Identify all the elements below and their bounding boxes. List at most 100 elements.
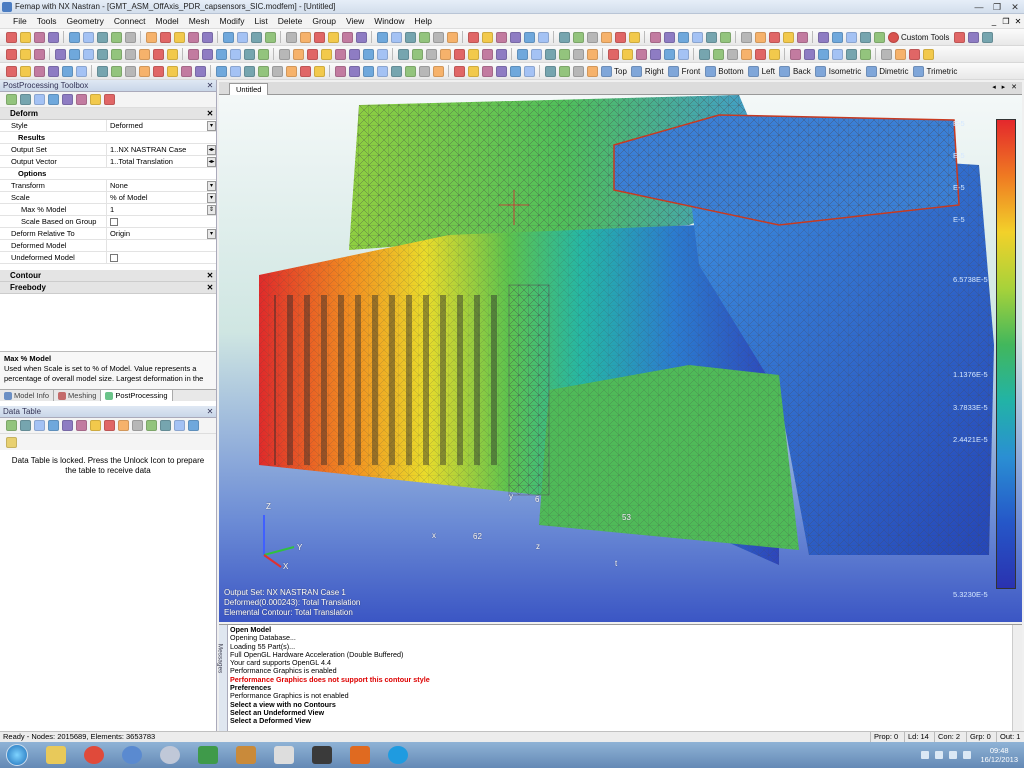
max-model-spinner-icon[interactable]: ⇕	[207, 205, 216, 215]
toolbar-tool-icon[interactable]	[355, 31, 367, 43]
toolbar-tool-icon[interactable]	[831, 31, 843, 43]
toolbar-tool-icon[interactable]	[313, 31, 325, 43]
clock[interactable]: 09:48 16/12/2013	[980, 746, 1018, 764]
toolbar-tool-icon[interactable]	[124, 65, 136, 77]
toolbar-tool-icon[interactable]	[306, 48, 318, 60]
toolbar-tool-icon[interactable]	[726, 48, 738, 60]
toolbar-tool-icon[interactable]	[376, 65, 388, 77]
toolbar-tool-icon[interactable]	[376, 31, 388, 43]
toolbar-tool-icon[interactable]	[558, 65, 570, 77]
toolbar-tool-icon[interactable]	[705, 31, 717, 43]
tray-arrow-icon[interactable]	[921, 751, 930, 759]
document-icon[interactable]	[274, 746, 294, 764]
toolbar-tool-icon[interactable]	[348, 65, 360, 77]
toolbox-close-icon[interactable]: ✕	[204, 80, 216, 91]
toolbar-tool-icon[interactable]	[439, 48, 451, 60]
toolbar-tool-icon[interactable]	[516, 48, 528, 60]
toolbar-tool-icon[interactable]	[908, 48, 920, 60]
panel-tool-icon[interactable]	[5, 94, 17, 105]
toolbar-tool-icon[interactable]	[677, 31, 689, 43]
toolbar-tool-icon[interactable]	[953, 31, 965, 43]
toolbar-tool-icon[interactable]	[621, 48, 633, 60]
toolbar-tool-icon[interactable]	[215, 65, 227, 77]
tab-meshing[interactable]: Meshing	[54, 390, 102, 401]
toolbar-tool-icon[interactable]	[33, 48, 45, 60]
menu-connect[interactable]: Connect	[109, 16, 151, 26]
toolbar-tool-icon[interactable]	[691, 31, 703, 43]
toolbar-tool-icon[interactable]	[110, 65, 122, 77]
toolbar-tool-icon[interactable]	[677, 48, 689, 60]
toolbar-tool-icon[interactable]	[544, 65, 556, 77]
messages-scrollbar[interactable]	[1012, 625, 1022, 732]
view-back-icon[interactable]	[779, 65, 791, 77]
freebody-section-header[interactable]: Freebody ✕	[0, 282, 216, 294]
toolbar-tool-icon[interactable]	[390, 31, 402, 43]
toolbar-tool-icon[interactable]	[432, 31, 444, 43]
toolbar-tool-icon[interactable]	[467, 48, 479, 60]
toolbar-tool-icon[interactable]	[166, 48, 178, 60]
toolbar-tool-icon[interactable]	[880, 48, 892, 60]
view-dimetric-icon[interactable]	[865, 65, 877, 77]
max-model-row[interactable]: Max % Model 1 ⇕	[0, 204, 216, 216]
menu-view[interactable]: View	[341, 16, 369, 26]
toolbar-tool-icon[interactable]	[789, 48, 801, 60]
toolbar-tool-icon[interactable]	[558, 31, 570, 43]
toolbar-tool-icon[interactable]	[530, 48, 542, 60]
toolbar-tool-icon[interactable]	[334, 65, 346, 77]
toolbar-tool-icon[interactable]	[586, 48, 598, 60]
toolbar-tool-icon[interactable]	[845, 31, 857, 43]
toolbar-tool-icon[interactable]	[180, 65, 192, 77]
view-trimetric-icon[interactable]	[913, 65, 925, 77]
toolbar-tool-icon[interactable]	[600, 31, 612, 43]
toolbar-tool-icon[interactable]	[285, 31, 297, 43]
toolbar-tool-icon[interactable]	[96, 65, 108, 77]
panel-tool-icon[interactable]	[47, 420, 59, 431]
panel-tool-icon[interactable]	[75, 94, 87, 105]
scale-based-group-checkbox[interactable]	[110, 218, 118, 226]
maximize-button[interactable]: ❐	[988, 1, 1006, 13]
scale-based-group-row[interactable]: Scale Based on Group	[0, 216, 216, 228]
undeformed-model-checkbox[interactable]	[110, 254, 118, 262]
toolbar-tool-icon[interactable]	[229, 48, 241, 60]
panel-tool-icon[interactable]	[89, 420, 101, 431]
view-nav-controls[interactable]: ◂ ▸ ✕	[992, 83, 1019, 91]
toolbar-tool-icon[interactable]	[397, 48, 409, 60]
panel-tool-icon[interactable]	[187, 420, 199, 431]
output-vector-row[interactable]: Output Vector 1..Total Translation ◂▸	[0, 156, 216, 168]
toolbar-tool-icon[interactable]	[614, 31, 626, 43]
tab-postprocessing[interactable]: PostProcessing	[101, 390, 173, 401]
panel-tool-icon[interactable]	[19, 420, 31, 431]
toolbar-tool-icon[interactable]	[425, 48, 437, 60]
toolbar-tool-icon[interactable]	[411, 48, 423, 60]
view-right-button[interactable]: Right	[645, 67, 664, 76]
toolbar-tool-icon[interactable]	[432, 65, 444, 77]
panel-tool-icon[interactable]	[145, 420, 157, 431]
toolbar-tool-icon[interactable]	[334, 48, 346, 60]
toolbar-tool-icon[interactable]	[719, 31, 731, 43]
toolbar-tool-icon[interactable]	[817, 48, 829, 60]
toolbar-tool-icon[interactable]	[145, 31, 157, 43]
toolbar-tool-icon[interactable]	[390, 65, 402, 77]
explorer-icon[interactable]	[46, 746, 66, 764]
toolbar-tool-icon[interactable]	[124, 48, 136, 60]
toolbar-tool-icon[interactable]	[348, 48, 360, 60]
toolbar-tool-icon[interactable]	[243, 48, 255, 60]
toolbar-tool-icon[interactable]	[495, 31, 507, 43]
freebody-close-icon[interactable]: ✕	[204, 282, 216, 293]
toolbar-tool-icon[interactable]	[754, 31, 766, 43]
toolbar-tool-icon[interactable]	[138, 48, 150, 60]
panel-tool-icon[interactable]	[159, 420, 171, 431]
volume-icon[interactable]	[949, 751, 958, 759]
menu-list[interactable]: List	[250, 16, 273, 26]
menu-mesh[interactable]: Mesh	[184, 16, 215, 26]
scale-row[interactable]: Scale % of Model ▾	[0, 192, 216, 204]
toolbar-tool-icon[interactable]	[558, 48, 570, 60]
toolbar-tool-icon[interactable]	[278, 48, 290, 60]
toolbar-tool-icon[interactable]	[236, 31, 248, 43]
toolbar-tool-icon[interactable]	[376, 48, 388, 60]
toolbar-tool-icon[interactable]	[257, 48, 269, 60]
toolbar-tool-icon[interactable]	[124, 31, 136, 43]
toolbar-tool-icon[interactable]	[159, 31, 171, 43]
toolbar-tool-icon[interactable]	[271, 65, 283, 77]
toolbar-tool-icon[interactable]	[110, 48, 122, 60]
